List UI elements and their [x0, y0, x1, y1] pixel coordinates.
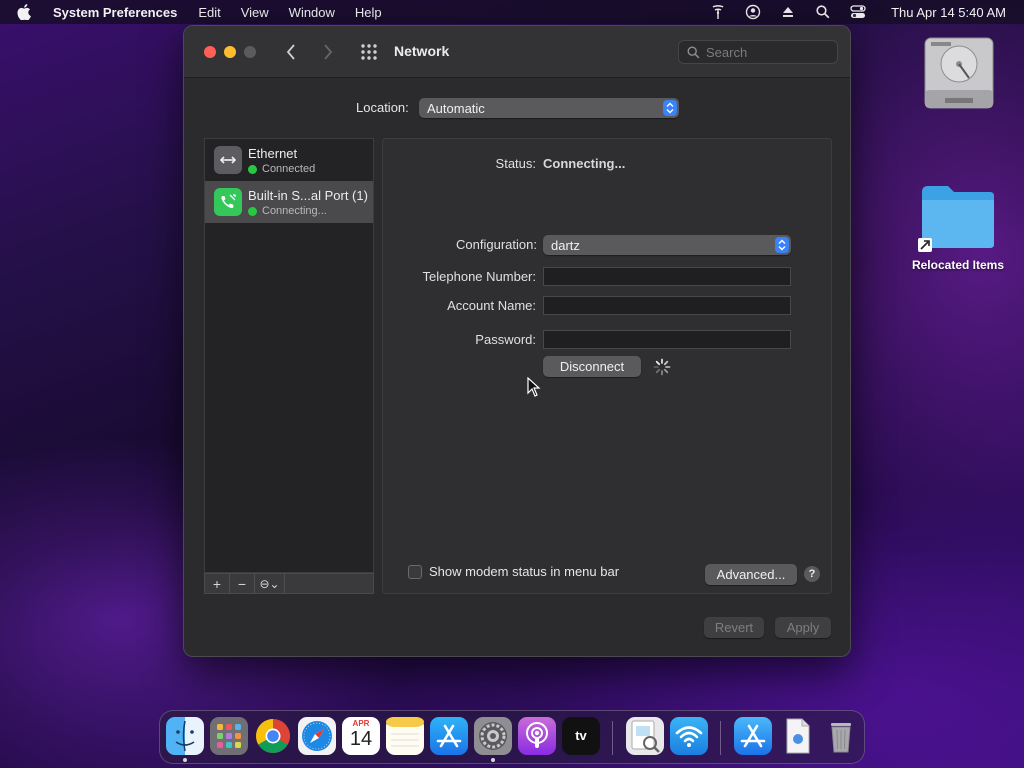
- popup-stepper-icon: [663, 100, 677, 116]
- status-value: Connecting...: [543, 156, 626, 171]
- show-modem-status-checkbox[interactable]: [408, 565, 422, 579]
- calendar-icon[interactable]: APR 14: [342, 717, 380, 755]
- service-action-menu-button[interactable]: ⊖⌄: [255, 574, 285, 593]
- close-button[interactable]: [204, 46, 216, 58]
- remove-service-button[interactable]: −: [230, 574, 255, 593]
- podcasts-icon[interactable]: [518, 717, 556, 755]
- chevron-right-icon: [324, 44, 333, 60]
- running-indicator: [491, 758, 495, 762]
- modem-icon[interactable]: [710, 4, 726, 20]
- telephone-number-field[interactable]: [543, 267, 791, 286]
- service-list-toolbar: + − ⊖⌄: [204, 573, 374, 594]
- zoom-button[interactable]: [244, 46, 256, 58]
- finder-icon[interactable]: [166, 717, 204, 755]
- service-item-serial-port[interactable]: Built-in S...al Port (1) Connecting...: [205, 181, 373, 223]
- add-service-button[interactable]: +: [205, 574, 230, 593]
- launchpad-icon[interactable]: [210, 717, 248, 755]
- dock-separator: [612, 721, 613, 755]
- chrome-icon[interactable]: [254, 717, 292, 755]
- location-popup[interactable]: Automatic: [419, 98, 679, 118]
- status-dot-green: [248, 206, 257, 216]
- forward-button[interactable]: [318, 42, 338, 62]
- service-name: Ethernet: [248, 146, 298, 161]
- title-bar: Network: [184, 26, 850, 78]
- trash-icon[interactable]: [822, 717, 860, 755]
- eject-icon[interactable]: [780, 4, 796, 20]
- desktop-hard-drive[interactable]: [921, 34, 997, 118]
- dock-separator: [720, 721, 721, 755]
- configuration-value: dartz: [551, 237, 580, 253]
- ethernet-icon: [214, 146, 242, 174]
- calendar-month: APR: [352, 719, 370, 728]
- status-dot-green: [248, 164, 257, 174]
- menu-app-name[interactable]: System Preferences: [53, 5, 177, 20]
- user-account-icon[interactable]: [745, 4, 761, 20]
- apple-menu-icon[interactable]: [17, 4, 39, 20]
- service-status-text: Connected: [262, 163, 316, 175]
- revert-button[interactable]: Revert: [704, 617, 764, 638]
- window-title: Network: [394, 43, 450, 59]
- show-modem-status-label[interactable]: Show modem status in menu bar: [429, 564, 619, 579]
- location-value: Automatic: [427, 100, 485, 116]
- apple-tv-label: tv: [575, 728, 587, 743]
- search-field[interactable]: [678, 40, 838, 64]
- dock: APR 14 tv: [159, 710, 865, 764]
- mouse-pointer-icon: [527, 377, 541, 397]
- minimize-button[interactable]: [224, 46, 236, 58]
- configuration-popup[interactable]: dartz: [543, 235, 791, 255]
- service-status: Connecting...: [248, 205, 327, 217]
- search-input[interactable]: [706, 44, 826, 60]
- account-name-field[interactable]: [543, 296, 791, 315]
- control-center-icon[interactable]: [850, 4, 866, 20]
- search-icon: [687, 45, 700, 58]
- notes-icon[interactable]: [386, 717, 424, 755]
- document-icon[interactable]: [778, 717, 816, 755]
- popup-stepper-icon: [775, 237, 789, 253]
- running-indicator: [183, 758, 187, 762]
- apple-tv-icon[interactable]: tv: [562, 717, 600, 755]
- service-detail-pane: Status: Connecting... Configuration: dar…: [382, 138, 832, 594]
- back-button[interactable]: [281, 42, 301, 62]
- network-preferences-window: Network Location: Automatic Ethernet Con…: [183, 25, 851, 657]
- menu-bar: System Preferences Edit View Window Help…: [0, 0, 1024, 24]
- configuration-label: Configuration:: [456, 237, 537, 252]
- show-all-button[interactable]: [360, 43, 378, 61]
- service-item-ethernet[interactable]: Ethernet Connected: [205, 139, 373, 181]
- menu-window[interactable]: Window: [289, 5, 335, 20]
- app-store-icon[interactable]: [430, 717, 468, 755]
- desktop-relocated-items[interactable]: Relocated Items: [902, 182, 1014, 272]
- service-status: Connected: [248, 163, 315, 175]
- modem-phone-icon: [214, 188, 242, 216]
- status-label: Status:: [495, 156, 536, 171]
- desktop-relocated-items-label: Relocated Items: [911, 258, 1005, 272]
- apply-button[interactable]: Apply: [775, 617, 831, 638]
- folder-alias-icon: [918, 186, 994, 252]
- menu-help[interactable]: Help: [355, 5, 382, 20]
- menu-edit[interactable]: Edit: [198, 5, 220, 20]
- progress-spinner-icon: [653, 358, 671, 376]
- network-service-list[interactable]: Ethernet Connected Built-in S...al Port …: [204, 138, 374, 573]
- service-name: Built-in S...al Port (1): [248, 188, 368, 203]
- account-name-label: Account Name:: [447, 298, 536, 313]
- hard-drive-icon: [924, 37, 994, 109]
- wifi-diagnostics-icon[interactable]: [670, 717, 708, 755]
- chevron-left-icon: [286, 44, 295, 60]
- system-preferences-icon[interactable]: [474, 717, 512, 755]
- location-label: Location:: [356, 100, 409, 115]
- password-label: Password:: [475, 332, 536, 347]
- app-store-folder-icon[interactable]: [734, 717, 772, 755]
- menu-bar-clock[interactable]: Thu Apr 14 5:40 AM: [891, 5, 1006, 20]
- password-field[interactable]: [543, 330, 791, 349]
- service-status-text: Connecting...: [262, 205, 327, 217]
- telephone-number-label: Telephone Number:: [422, 269, 536, 284]
- safari-icon[interactable]: [298, 717, 336, 755]
- spotlight-search-icon[interactable]: [815, 4, 831, 20]
- grid-icon: [361, 44, 377, 60]
- preview-icon[interactable]: [626, 717, 664, 755]
- help-button[interactable]: ?: [804, 566, 820, 582]
- calendar-day: 14: [349, 728, 373, 750]
- disconnect-button[interactable]: Disconnect: [543, 356, 641, 377]
- menu-view[interactable]: View: [241, 5, 269, 20]
- advanced-button[interactable]: Advanced...: [705, 564, 797, 585]
